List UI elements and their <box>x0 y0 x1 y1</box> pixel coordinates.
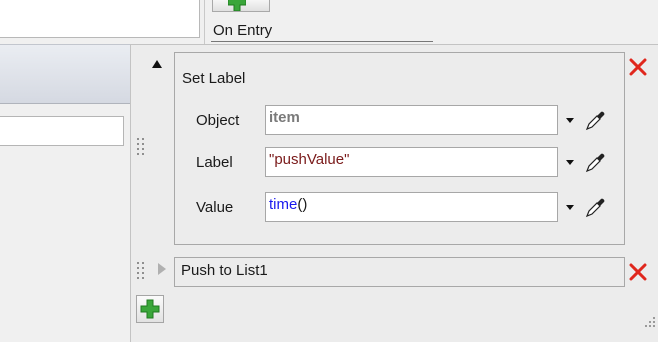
add-action-button[interactable] <box>136 295 164 323</box>
drag-handle-icon[interactable] <box>137 138 147 160</box>
close-icon[interactable] <box>628 57 648 77</box>
resize-grip-icon[interactable] <box>642 314 656 328</box>
triangle-up-icon[interactable] <box>152 60 162 68</box>
eyedropper-icon[interactable] <box>584 108 608 132</box>
object-value: item <box>269 109 300 126</box>
set-label-title: Set Label <box>182 70 246 87</box>
eyedropper-icon[interactable] <box>584 195 608 219</box>
object-label: Object <box>196 112 240 129</box>
chevron-down-icon[interactable] <box>566 160 574 165</box>
chevron-down-icon[interactable] <box>566 205 574 210</box>
label-label: Label <box>196 154 233 171</box>
left-pane-list <box>0 116 124 146</box>
triangle-right-icon[interactable] <box>158 263 166 275</box>
value-parens: () <box>297 196 308 213</box>
on-entry-underline <box>211 41 433 42</box>
drag-handle-icon[interactable] <box>137 262 147 284</box>
on-entry-label: On Entry <box>213 22 273 39</box>
value-function: time <box>269 196 298 213</box>
plus-icon <box>140 299 160 319</box>
close-icon[interactable] <box>628 262 648 282</box>
label-value: "pushValue" <box>269 151 350 168</box>
value-field[interactable]: time() <box>265 192 558 222</box>
left-pane-top <box>0 0 200 38</box>
chevron-down-icon[interactable] <box>566 118 574 123</box>
label-field[interactable]: "pushValue" <box>265 147 558 177</box>
eyedropper-icon[interactable] <box>584 150 608 174</box>
plus-icon <box>228 0 246 11</box>
left-pane-header <box>0 44 138 104</box>
push-to-list-title: Push to List1 <box>181 262 268 279</box>
object-field[interactable]: item <box>265 105 558 135</box>
value-label: Value <box>196 199 234 216</box>
